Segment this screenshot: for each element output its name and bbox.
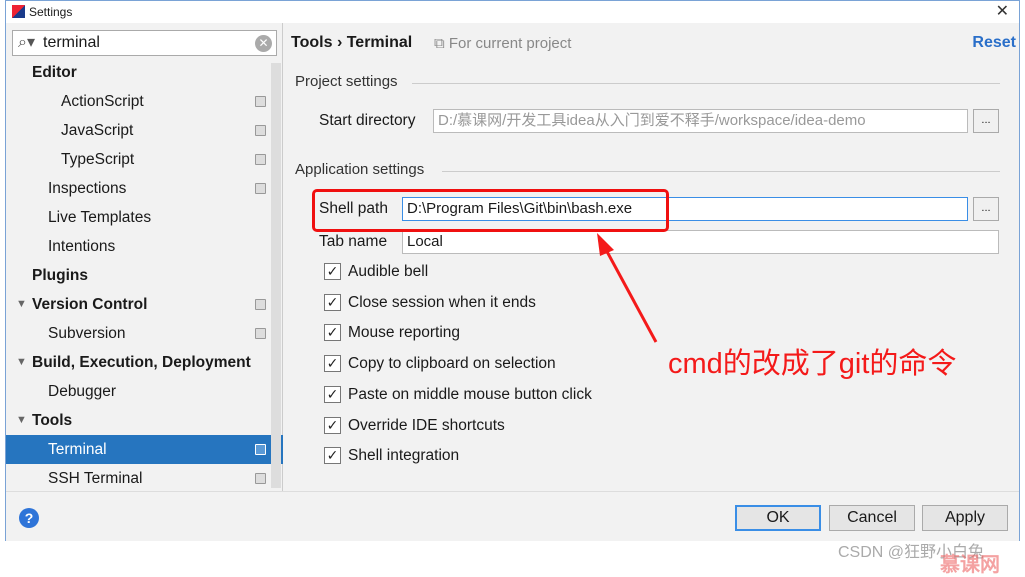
annotation-arrow [597, 233, 658, 343]
logo: 慕课网 [940, 554, 1000, 576]
annotation-text: cmd的改成了git的命令 [668, 348, 957, 380]
